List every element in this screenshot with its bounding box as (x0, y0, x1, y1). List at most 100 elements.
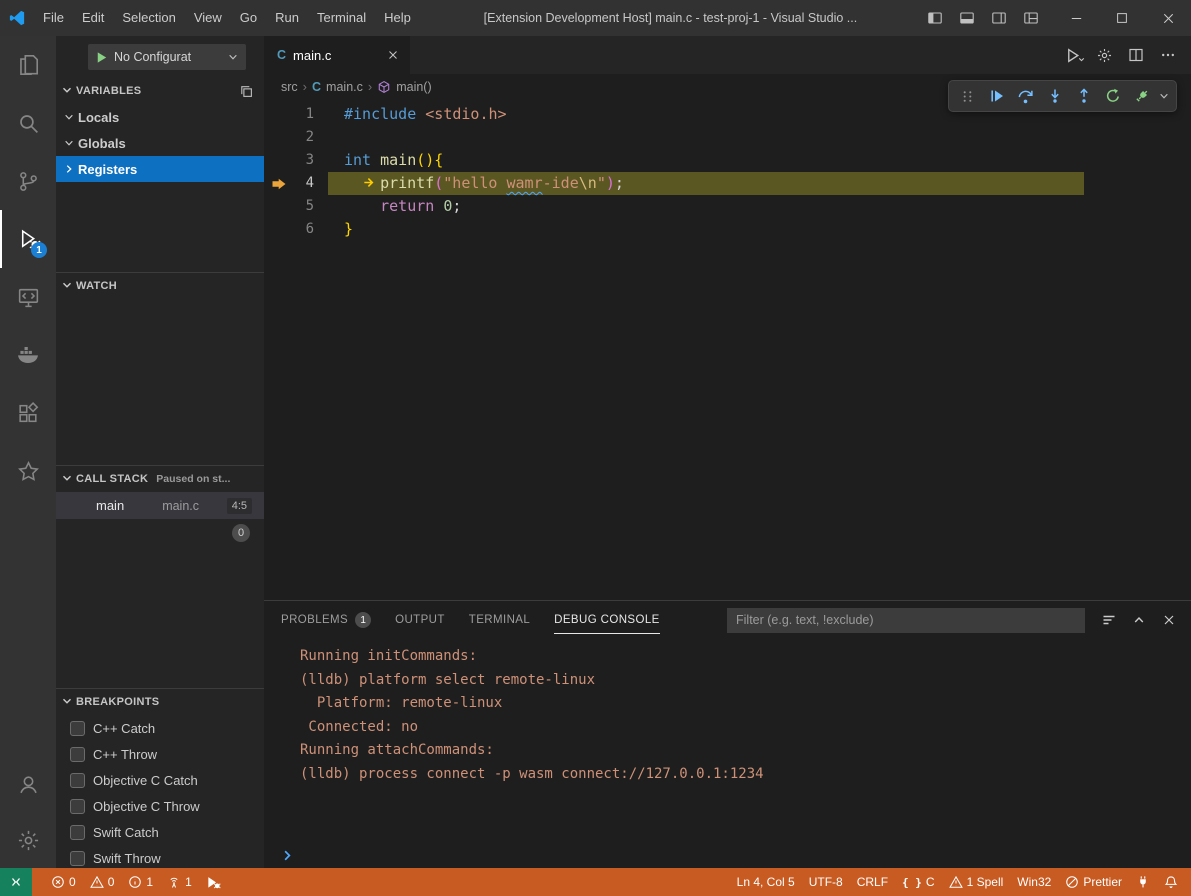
cursor-position[interactable]: Ln 4, Col 5 (730, 868, 802, 896)
activity-explorer[interactable] (0, 36, 56, 94)
breakpoint-item[interactable]: Swift Throw (56, 845, 264, 868)
problems-errors[interactable]: 0 (44, 868, 83, 896)
panel-filter-icon[interactable] (1101, 612, 1117, 628)
activity-extensions[interactable] (0, 384, 56, 442)
breakpoint-checkbox[interactable] (70, 851, 85, 866)
debug-sidebar: No Configurat VARIABLES LocalsGlobalsReg… (56, 36, 264, 868)
ports-forwarded[interactable]: 1 (160, 868, 199, 896)
customize-layout-icon[interactable] (1017, 5, 1045, 31)
prettier-status[interactable]: Prettier (1058, 868, 1129, 896)
debug-config-dropdown[interactable]: No Configurat (88, 44, 246, 70)
step-out-button[interactable] (1070, 83, 1097, 110)
step-over-button[interactable] (1012, 83, 1039, 110)
breakpoint-item[interactable]: Objective C Throw (56, 793, 264, 819)
activity-accounts[interactable] (0, 756, 56, 812)
problems-warnings[interactable]: 0 (83, 868, 122, 896)
breakpoint-label: C++ Throw (93, 747, 157, 762)
breadcrumb-item[interactable]: Cmain.c (312, 80, 363, 94)
breakpoint-item[interactable]: C++ Catch (56, 715, 264, 741)
problems-info[interactable]: 1 (121, 868, 160, 896)
section-title: BREAKPOINTS (76, 696, 159, 708)
menu-view[interactable]: View (185, 6, 231, 30)
code-editor[interactable]: 1#include <stdio.h>23int main(){4 printf… (264, 99, 1191, 600)
notifications-bell[interactable] (1157, 868, 1185, 896)
run-file-button[interactable] (1059, 42, 1085, 68)
breakpoint-checkbox[interactable] (70, 747, 85, 762)
copy-icon[interactable] (239, 84, 254, 99)
tab-main-c[interactable]: C main.c (264, 36, 410, 74)
breakpoint-item[interactable]: Swift Catch (56, 819, 264, 845)
watch-section-header[interactable]: WATCH (56, 273, 264, 299)
variables-item-locals[interactable]: Locals (56, 104, 264, 130)
breadcrumb-item[interactable]: src (281, 80, 298, 94)
activity-run-and-debug[interactable]: 1 (0, 210, 56, 268)
settings-gear-icon[interactable] (1091, 42, 1117, 68)
eol-indicator-label: CRLF (857, 875, 888, 889)
breakpoints-section-header[interactable]: BREAKPOINTS (56, 689, 264, 715)
call-stack-section-header[interactable]: CALL STACK Paused on st... (56, 466, 264, 492)
platform-indicator[interactable]: Win32 (1010, 868, 1058, 896)
menu-go[interactable]: Go (231, 6, 266, 30)
menu-run[interactable]: Run (266, 6, 308, 30)
spell-checker-status[interactable]: 1 Spell (942, 868, 1011, 896)
toggle-secondary-sidebar-icon[interactable] (985, 5, 1013, 31)
eol-indicator[interactable]: CRLF (850, 868, 895, 896)
close-tab-icon[interactable] (386, 48, 400, 62)
console-filter-input[interactable] (727, 608, 1085, 633)
toggle-sidebar-icon[interactable] (921, 5, 949, 31)
window-title: [Extension Development Host] main.c - te… (420, 11, 921, 25)
more-actions-icon[interactable] (1155, 42, 1181, 68)
debug-toolbar (948, 80, 1177, 112)
panel-tab-problems[interactable]: PROBLEMS1 (281, 601, 371, 639)
breakpoint-item[interactable]: C++ Throw (56, 741, 264, 767)
activity-source-control[interactable] (0, 152, 56, 210)
encoding-indicator[interactable]: UTF-8 (802, 868, 850, 896)
activity-remote-explorer[interactable] (0, 268, 56, 326)
section-title: WATCH (76, 280, 117, 292)
breadcrumb-item[interactable]: main() (377, 80, 431, 94)
vscode-logo-icon (0, 9, 34, 27)
menu-edit[interactable]: Edit (73, 6, 113, 30)
panel-tab-terminal[interactable]: TERMINAL (469, 601, 530, 639)
menu-selection[interactable]: Selection (113, 6, 184, 30)
activity-settings[interactable] (0, 812, 56, 868)
panel-tab-debug-console[interactable]: DEBUG CONSOLE (554, 601, 660, 639)
debug-console-input[interactable] (264, 842, 1191, 868)
activity-docker[interactable] (0, 326, 56, 384)
maximize-button[interactable] (1099, 0, 1145, 36)
start-debugging-icon[interactable] (94, 50, 109, 65)
disconnect-button[interactable] (1128, 83, 1155, 110)
menu-file[interactable]: File (34, 6, 73, 30)
activity-search[interactable] (0, 94, 56, 152)
close-panel-icon[interactable] (1161, 612, 1177, 628)
breakpoint-checkbox[interactable] (70, 721, 85, 736)
activity-favorites[interactable] (0, 442, 56, 500)
panel-tab-output[interactable]: OUTPUT (395, 601, 445, 639)
remote-indicator[interactable] (0, 868, 32, 896)
continue-button[interactable] (983, 83, 1010, 110)
line-number: 3 (294, 149, 314, 172)
minimize-button[interactable] (1053, 0, 1099, 36)
variables-item-registers[interactable]: Registers (56, 156, 264, 182)
glyph-margin (264, 149, 294, 172)
maximize-panel-icon[interactable] (1131, 612, 1147, 628)
chevron-down-icon[interactable] (1157, 89, 1171, 103)
variables-item-globals[interactable]: Globals (56, 130, 264, 156)
menu-help[interactable]: Help (375, 6, 420, 30)
breakpoint-checkbox[interactable] (70, 773, 85, 788)
variables-section-header[interactable]: VARIABLES (56, 78, 264, 104)
close-button[interactable] (1145, 0, 1191, 36)
debug-status[interactable] (199, 868, 228, 896)
plug-status[interactable] (1129, 868, 1157, 896)
breakpoint-item[interactable]: Objective C Catch (56, 767, 264, 793)
watch-empty-body (56, 299, 264, 465)
breakpoint-checkbox[interactable] (70, 799, 85, 814)
step-into-button[interactable] (1041, 83, 1068, 110)
restart-button[interactable] (1099, 83, 1126, 110)
language-mode[interactable]: { }C (895, 868, 942, 896)
toggle-panel-icon[interactable] (953, 5, 981, 31)
breakpoint-checkbox[interactable] (70, 825, 85, 840)
split-editor-icon[interactable] (1123, 42, 1149, 68)
call-stack-frame[interactable]: mainmain.c4:5 (56, 492, 264, 519)
menu-terminal[interactable]: Terminal (308, 6, 375, 30)
